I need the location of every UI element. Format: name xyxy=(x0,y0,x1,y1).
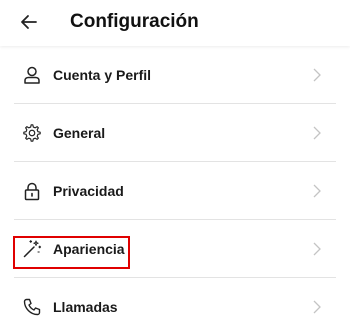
settings-item-appearance[interactable]: Apariencia xyxy=(0,220,350,278)
settings-item-label: Apariencia xyxy=(53,241,125,257)
lock-icon xyxy=(21,180,43,202)
settings-item-label: Llamadas xyxy=(53,299,118,315)
settings-item-calls[interactable]: Llamadas xyxy=(0,278,350,335)
settings-item-account[interactable]: Cuenta y Perfil xyxy=(0,46,350,104)
chevron-right-icon xyxy=(312,300,322,314)
settings-item-general[interactable]: General xyxy=(0,104,350,162)
page-title: Configuración xyxy=(70,11,199,32)
chevron-right-icon xyxy=(312,242,322,256)
settings-item-label: General xyxy=(53,125,106,141)
top-app-bar: Configuración xyxy=(0,0,350,46)
chevron-right-icon xyxy=(312,68,322,82)
settings-item-label: Cuenta y Perfil xyxy=(53,67,152,83)
chevron-right-icon xyxy=(312,126,322,140)
chevron-right-icon xyxy=(312,184,322,198)
gear-icon xyxy=(21,122,43,144)
back-button[interactable] xyxy=(17,10,41,34)
settings-list: Cuenta y Perfil General Privacidad Apari… xyxy=(0,46,350,335)
settings-item-privacy[interactable]: Privacidad xyxy=(0,162,350,220)
magic-wand-icon xyxy=(21,238,43,260)
arrow-left-icon xyxy=(21,15,37,29)
settings-item-label: Privacidad xyxy=(53,183,124,199)
phone-icon xyxy=(21,296,43,318)
settings-screen: Configuración Cuenta y Perfil General Pr… xyxy=(0,0,350,335)
user-icon xyxy=(21,64,43,86)
